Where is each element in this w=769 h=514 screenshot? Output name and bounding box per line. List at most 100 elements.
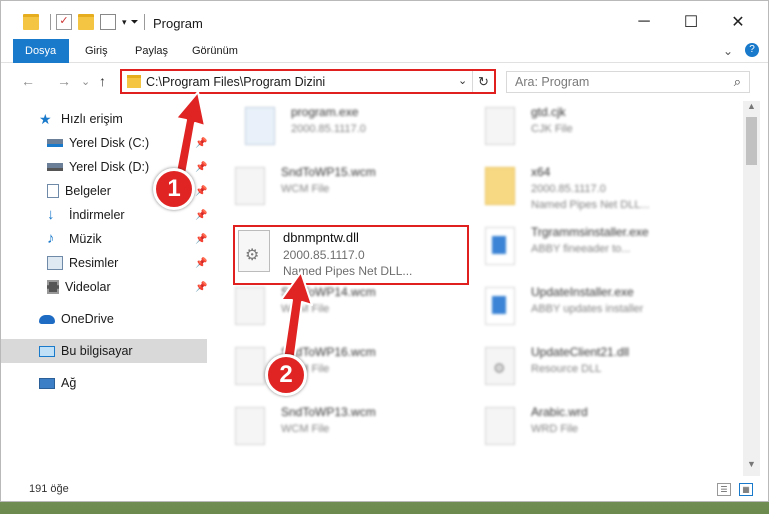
file-name: UpdateClient21.dll (531, 345, 630, 359)
exe-icon (245, 107, 275, 145)
tab-view[interactable]: Görünüm (180, 39, 250, 63)
address-bar[interactable]: C:\Program Files\Program Dizini ⌄ ↻ (120, 69, 496, 94)
file-icon (235, 407, 265, 445)
minimize-button[interactable]: ─ (621, 7, 667, 37)
pin-icon[interactable]: 📌 (195, 234, 207, 245)
pin-icon[interactable]: 📌 (195, 186, 207, 197)
new-folder-icon[interactable] (78, 14, 94, 30)
sidebar-item-label: Videolar (65, 280, 111, 294)
status-bar: 191 öğe ☰ ▦ (1, 479, 768, 501)
file-detail: WCM File (281, 303, 330, 315)
sidebar-item-this-pc[interactable]: Bu bilgisayar (1, 339, 207, 363)
back-button[interactable]: ← (21, 73, 35, 89)
list-item[interactable]: UpdateClient21.dll Resource DLL (473, 341, 713, 399)
file-name: SndToWP15.wcm (281, 165, 376, 179)
download-icon: ↓ (47, 206, 55, 223)
sidebar-item-label: Müzik (69, 232, 102, 246)
tab-home[interactable]: Giriş (73, 39, 120, 63)
list-item[interactable]: x64 2000.85.1117.0 Named Pipes Net DLL..… (473, 161, 713, 219)
sidebar-item-music[interactable]: ♪ Müzik 📌 (1, 227, 211, 251)
sidebar-item-label: Bu bilgisayar (61, 344, 133, 358)
list-item[interactable]: UpdateInstaller.exe ABBY updates install… (473, 281, 713, 339)
network-icon (39, 377, 55, 389)
search-placeholder: Ara: Program (515, 75, 590, 89)
maximize-button[interactable]: ☐ (668, 7, 714, 37)
file-detail: CJK File (531, 123, 573, 135)
search-input[interactable]: Ara: Program ⌕ (506, 71, 750, 93)
tab-file[interactable]: Dosya (13, 39, 69, 63)
ribbon-expand-icon[interactable]: ⌄ (723, 44, 733, 58)
list-item[interactable]: Trgrammsinstaller.exe ABBY fineeader to.… (473, 221, 713, 279)
scroll-up-icon[interactable]: ▲ (743, 101, 760, 118)
pin-icon[interactable]: 📌 (195, 210, 207, 221)
dll-gear-icon (238, 230, 270, 272)
details-view-icon[interactable]: ☰ (717, 483, 731, 496)
tab-share[interactable]: Paylaş (123, 39, 180, 63)
sidebar-item-label: Ağ (61, 376, 77, 390)
list-item[interactable]: gtd.cjk CJK File (473, 101, 713, 159)
scroll-down-icon[interactable]: ▼ (743, 459, 760, 476)
customize-toolbar-icon[interactable] (100, 14, 116, 30)
file-version: 2000.85.1117.0 (283, 248, 365, 262)
file-icon (485, 407, 515, 445)
list-item[interactable]: SndToWP16.wcm WCM File (223, 341, 463, 399)
sidebar-item-local-disk-c[interactable]: Yerel Disk (C:) 📌 (1, 131, 211, 155)
list-item[interactable]: program.exe 2000.85.1117.0 (233, 101, 473, 159)
ribbon-tabs: Dosya Giriş Paylaş Görünüm ⌄ ? (1, 39, 768, 63)
video-icon (47, 280, 59, 294)
up-button[interactable]: ↑ (99, 73, 106, 89)
file-icon (235, 347, 265, 385)
list-item[interactable]: Arabic.wrd WRD File (473, 401, 713, 459)
sidebar-item-pictures[interactable]: Resimler 📌 (1, 251, 211, 275)
close-button[interactable]: ✕ (715, 7, 761, 37)
file-name: gtd.cjk (531, 105, 566, 119)
file-icon (235, 287, 265, 325)
sidebar-item-network[interactable]: Ağ (1, 371, 211, 395)
pin-icon[interactable]: 📌 (195, 258, 207, 269)
properties-icon[interactable]: ✓ (56, 14, 72, 30)
list-item[interactable]: SndToWP14.wcm WCM File (223, 281, 463, 339)
list-item[interactable]: SndToWP15.wcm WCM File (223, 161, 463, 219)
file-icon (235, 167, 265, 205)
help-icon[interactable]: ? (745, 43, 759, 57)
highlighted-dll-file[interactable]: dbnmpntw.dll 2000.85.1117.0 Named Pipes … (233, 225, 469, 285)
sidebar-item-label: Belgeler (65, 184, 111, 198)
pin-icon[interactable]: 📌 (195, 162, 207, 173)
sidebar-item-quick-access[interactable]: ★ Hızlı erişim (1, 107, 211, 131)
address-path[interactable]: C:\Program Files\Program Dizini (146, 75, 325, 89)
folder-icon (127, 75, 141, 88)
divider (143, 14, 145, 30)
music-icon: ♪ (47, 230, 55, 247)
vertical-scrollbar[interactable]: ▲ ▼ (743, 101, 760, 476)
file-name: Trgrammsinstaller.exe (531, 225, 649, 239)
sidebar-item-label: Yerel Disk (C:) (69, 136, 150, 150)
list-item[interactable]: SndToWP13.wcm WCM File (223, 401, 463, 459)
step-badge-1: 1 (153, 168, 195, 210)
file-detail: WCM File (281, 183, 330, 195)
pin-icon[interactable]: 📌 (195, 138, 207, 149)
customize-arrow-icon[interactable]: ⏷ (131, 17, 139, 28)
forward-button[interactable]: → (57, 73, 71, 89)
large-icons-view-icon[interactable]: ▦ (739, 483, 753, 496)
scroll-thumb[interactable] (746, 117, 757, 165)
refresh-button[interactable]: ↻ (472, 71, 494, 92)
file-icon (485, 107, 515, 145)
file-detail: 2000.85.1117.0 (531, 183, 606, 195)
file-detail: WCM File (281, 423, 330, 435)
recent-locations-button[interactable]: ⌄ (81, 75, 90, 88)
computer-icon (39, 345, 55, 357)
file-name: UpdateInstaller.exe (531, 285, 634, 299)
sidebar-item-label: Yerel Disk (D:) (69, 160, 150, 174)
title-bar: ✓ ▾ ⏷ Program ─ ☐ ✕ (1, 1, 768, 39)
folder-icon (485, 167, 515, 205)
sidebar-item-onedrive[interactable]: OneDrive (1, 307, 211, 331)
file-name: program.exe (291, 105, 359, 119)
pin-icon[interactable]: 📌 (195, 282, 207, 293)
sidebar-item-label: OneDrive (61, 312, 114, 326)
dll-gear-icon (485, 347, 515, 385)
file-list: program.exe 2000.85.1117.0 gtd.cjk CJK F… (213, 101, 743, 476)
sidebar-item-label: İndirmeler (69, 208, 125, 222)
address-history-chevron-icon[interactable]: ⌄ (458, 74, 467, 87)
sidebar-item-videos[interactable]: Videolar 📌 (1, 275, 211, 299)
chevron-down-icon[interactable]: ▾ (122, 17, 127, 28)
